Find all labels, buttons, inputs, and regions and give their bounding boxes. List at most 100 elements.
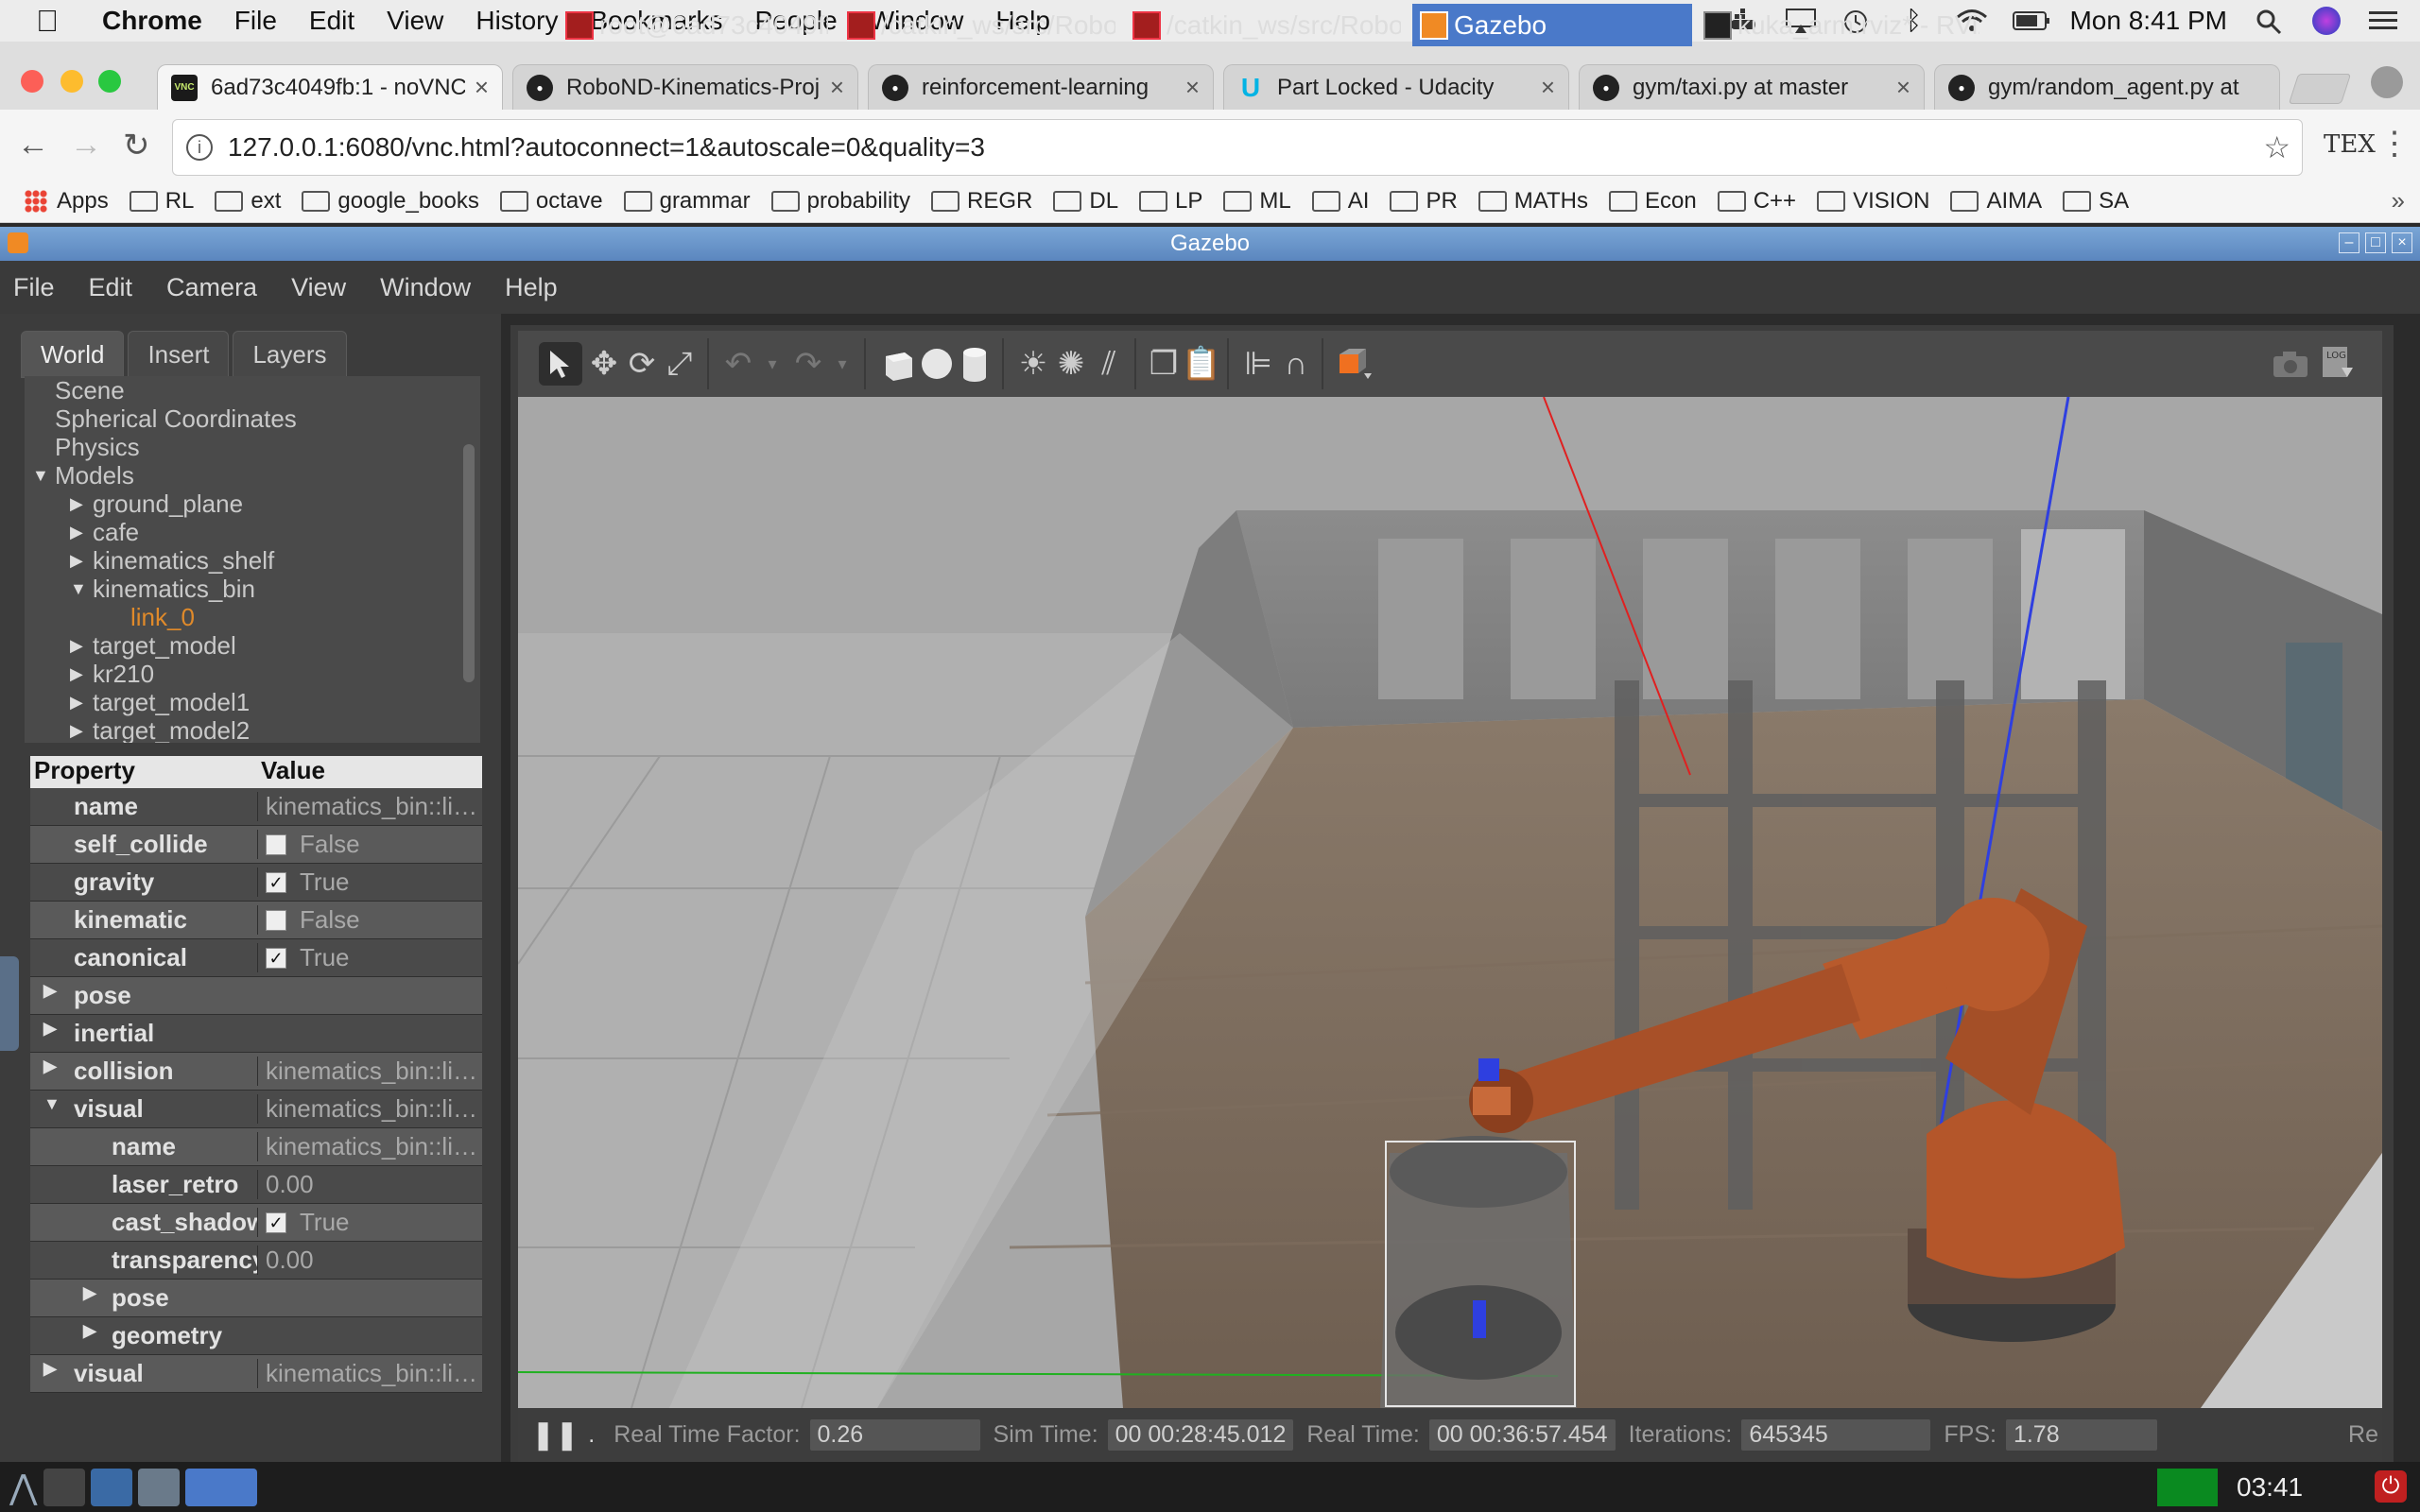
checkbox-unchecked[interactable] xyxy=(266,833,286,855)
zoom-window-button[interactable] xyxy=(98,70,121,93)
menu-file[interactable]: File xyxy=(234,6,277,36)
property-value[interactable]: False xyxy=(257,905,482,935)
bookmark-folder[interactable]: PR xyxy=(1390,188,1458,215)
expand-arrow-icon[interactable]: ▶ xyxy=(70,494,93,514)
tab-reinforcement-learning[interactable]: ● reinforcement-learning × xyxy=(868,64,1214,110)
gz-menu-file[interactable]: File xyxy=(13,273,55,302)
gz-menu-edit[interactable]: Edit xyxy=(89,273,133,302)
checkbox-checked[interactable]: ✓ xyxy=(266,871,286,893)
property-row[interactable]: transparency 0.00 xyxy=(30,1242,482,1280)
property-row[interactable]: ▶ visual kinematics_bin::link_0 xyxy=(30,1355,482,1393)
notification-center-icon[interactable] xyxy=(2369,9,2397,33)
expand-arrow-icon[interactable]: ▶ xyxy=(70,636,93,656)
close-tab-icon[interactable]: × xyxy=(1541,73,1555,102)
collapse-arrow-icon[interactable]: ▼ xyxy=(43,1094,60,1114)
tab-layers[interactable]: Layers xyxy=(233,331,347,378)
snap-icon[interactable]: ∩ xyxy=(1274,342,1318,386)
close-window-button[interactable] xyxy=(21,70,43,93)
power-icon[interactable]: ⏻ xyxy=(2375,1470,2407,1503)
panel-collapse-handle[interactable] xyxy=(0,956,19,1051)
property-value[interactable]: kinematics_bin::link_0 xyxy=(257,792,482,821)
pause-icon[interactable]: ❚❚ xyxy=(531,1418,579,1452)
property-value[interactable]: 0.00 xyxy=(257,1170,482,1199)
tree-item[interactable]: ▶ target_model xyxy=(25,631,480,660)
property-value[interactable]: kinematics_bin::link_0 xyxy=(257,1057,482,1086)
paste-icon[interactable]: 📋 xyxy=(1180,342,1223,386)
apple-icon[interactable]:  xyxy=(36,4,74,39)
property-row[interactable]: name kinematics_bin::link_0 xyxy=(30,1128,482,1166)
tree-item[interactable]: ▶ cafe xyxy=(25,518,480,546)
bookmark-apps[interactable]: Apps xyxy=(0,188,109,215)
property-row[interactable]: gravity ✓ True xyxy=(30,864,482,902)
gz-menu-camera[interactable]: Camera xyxy=(166,273,257,302)
gz-menu-view[interactable]: View xyxy=(291,273,346,302)
expand-arrow-icon[interactable]: ▶ xyxy=(70,721,93,741)
siri-icon[interactable] xyxy=(2312,7,2341,35)
bookmark-folder[interactable]: MATHs xyxy=(1478,188,1588,215)
checkbox-unchecked[interactable] xyxy=(266,909,286,931)
bookmark-folder[interactable]: Econ xyxy=(1609,188,1697,215)
collapse-arrow-icon[interactable]: ▼ xyxy=(32,466,55,486)
show-desktop-icon[interactable] xyxy=(43,1468,85,1506)
property-value[interactable]: ✓ True xyxy=(257,1208,482,1237)
select-mode-icon[interactable] xyxy=(539,342,582,386)
property-value[interactable]: kinematics_bin::link_0 xyxy=(257,1359,482,1388)
expand-arrow-icon[interactable]: ▶ xyxy=(70,693,93,713)
tab-world[interactable]: World xyxy=(21,331,125,378)
bookmark-folder[interactable]: grammar xyxy=(623,188,751,215)
tex-extension-icon[interactable]: TEX xyxy=(2324,130,2376,159)
taskbar-task[interactable]: /catkin_ws/src/RoboND xyxy=(839,4,1115,46)
menu-view[interactable]: View xyxy=(387,6,443,36)
property-row[interactable]: canonical ✓ True xyxy=(30,939,482,977)
browser-icon[interactable] xyxy=(137,1468,180,1506)
expand-arrow-icon[interactable]: ▶ xyxy=(43,1057,57,1076)
tab-insert[interactable]: Insert xyxy=(128,331,230,378)
close-tab-icon[interactable]: × xyxy=(1896,73,1910,102)
bookmark-folder[interactable]: SA xyxy=(2063,188,2129,215)
back-arrow-icon[interactable]: ← xyxy=(17,127,49,163)
bookmark-folder[interactable]: octave xyxy=(499,188,603,215)
menu-app-name[interactable]: Chrome xyxy=(102,6,202,36)
redo-history-icon[interactable]: ▾ xyxy=(821,342,864,386)
checkbox-checked[interactable]: ✓ xyxy=(266,947,286,969)
bookmark-folder[interactable]: AI xyxy=(1311,188,1369,215)
bookmark-star-icon[interactable]: ☆ xyxy=(2263,129,2290,165)
bookmark-folder[interactable]: REGR xyxy=(931,188,1032,215)
start-menu-icon[interactable]: ⋀ xyxy=(9,1468,38,1507)
tree-item[interactable]: Scene xyxy=(25,376,480,404)
expand-arrow-icon[interactable]: ▶ xyxy=(70,523,93,542)
tree-scrollbar[interactable] xyxy=(463,444,475,682)
property-row[interactable]: ▶ inertial xyxy=(30,1015,482,1053)
property-value[interactable]: ✓ True xyxy=(257,868,482,897)
bookmark-folder[interactable]: DL xyxy=(1053,188,1118,215)
view-angle-icon[interactable] xyxy=(1333,342,1376,386)
screenshot-camera-icon[interactable] xyxy=(2269,342,2312,386)
bookmark-folder[interactable]: ext xyxy=(215,188,281,215)
bookmark-folder[interactable]: VISION xyxy=(1817,188,1929,215)
3d-scene-viewport[interactable] xyxy=(518,397,2382,1408)
gz-menu-window[interactable]: Window xyxy=(380,273,471,302)
bookmark-folder[interactable]: ML xyxy=(1223,188,1291,215)
tree-item[interactable]: ▶ kinematics_shelf xyxy=(25,546,480,575)
close-tab-icon[interactable]: × xyxy=(1185,73,1200,102)
cylinder-shape-icon[interactable] xyxy=(953,342,996,386)
property-row[interactable]: laser_retro 0.00 xyxy=(30,1166,482,1204)
tab-gym-taxi[interactable]: ● gym/taxi.py at master × xyxy=(1579,64,1925,110)
new-tab-button[interactable] xyxy=(2288,74,2352,104)
scale-mode-icon[interactable]: ⤢ xyxy=(658,342,701,386)
tree-item[interactable]: ▼ Models xyxy=(25,461,480,490)
property-value[interactable]: kinematics_bin::link_0 xyxy=(257,1132,482,1161)
tree-item[interactable]: ▶ target_model1 xyxy=(25,688,480,716)
bookmark-folder[interactable]: AIMA xyxy=(1950,188,2042,215)
tab-novnc[interactable]: VNC 6ad73c4049fb:1 - noVNC × xyxy=(157,64,503,110)
site-info-icon[interactable]: i xyxy=(186,134,213,161)
property-value[interactable]: ✓ True xyxy=(257,943,482,972)
taskbar-task[interactable]: kuka_arm.rviz* - RViz xyxy=(1696,4,1979,46)
expand-arrow-icon[interactable]: ▶ xyxy=(43,1359,57,1379)
expand-arrow-icon[interactable]: ▶ xyxy=(43,1019,57,1039)
log-icon[interactable]: LOG xyxy=(2314,342,2358,386)
close-tab-icon[interactable]: × xyxy=(830,73,844,102)
property-row[interactable]: ▶ collision kinematics_bin::link_0 xyxy=(30,1053,482,1091)
bookmark-folder[interactable]: C++ xyxy=(1717,188,1796,215)
property-row[interactable]: ▶ pose xyxy=(30,977,482,1015)
